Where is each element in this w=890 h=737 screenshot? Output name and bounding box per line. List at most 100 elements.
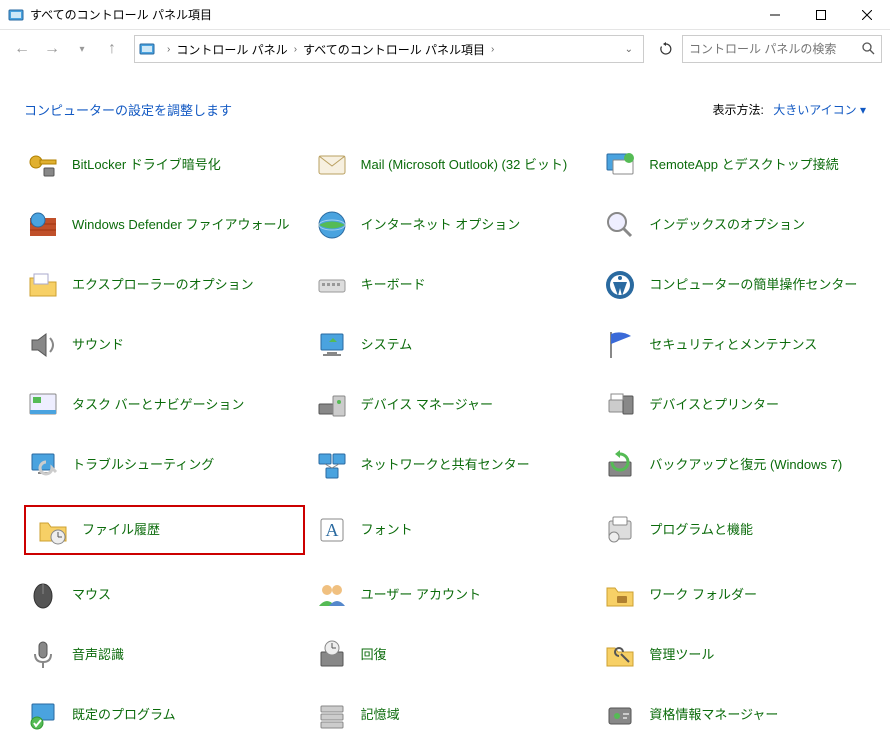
item-admintools[interactable]: 管理ツール [601,635,882,675]
item-label: 音声認識 [72,647,124,664]
item-taskbar[interactable]: タスク バーとナビゲーション [24,385,305,425]
keyboard-icon [315,268,349,302]
breadcrumb-item[interactable]: すべてのコントロール パネル項目 [303,41,485,58]
view-dropdown[interactable]: 大きいアイコン ▾ [773,103,866,117]
svg-text:A: A [325,520,338,540]
firewall-icon [26,208,60,242]
window-controls [752,0,890,30]
up-button[interactable]: ↑ [98,35,126,63]
devices-printers-icon [603,388,637,422]
item-label: 記憶域 [361,707,400,724]
control-panel-icon [139,41,155,57]
file-history-icon [36,513,70,547]
item-troubleshoot[interactable]: トラブルシューティング [24,445,305,485]
work-folder-icon [603,578,637,612]
address-dropdown[interactable]: ⌄ [625,44,633,55]
addressbar[interactable]: › コントロール パネル › すべてのコントロール パネル項目 › ⌄ [134,35,644,63]
item-label: Mail (Microsoft Outlook) (32 ビット) [361,157,568,174]
item-label: エクスプローラーのオプション [72,277,254,294]
troubleshoot-icon [26,448,60,482]
item-label: Windows Defender ファイアウォール [72,217,289,234]
item-label: ワーク フォルダー [649,587,757,604]
breadcrumb: コントロール パネル › すべてのコントロール パネル項目 › [176,41,618,58]
speaker-icon [26,328,60,362]
forward-button[interactable]: → [38,35,66,63]
item-label: BitLocker ドライブ暗号化 [72,157,221,174]
remote-desktop-icon [603,148,637,182]
item-network[interactable]: ネットワークと共有センター [313,445,594,485]
key-lock-icon [26,148,60,182]
recent-dropdown[interactable]: ▾ [68,35,96,63]
item-fonts[interactable]: A フォント [313,505,594,555]
programs-icon [603,513,637,547]
item-remoteapp[interactable]: RemoteApp とデスクトップ接続 [601,145,882,185]
item-label: タスク バーとナビゲーション [72,397,244,414]
item-backup[interactable]: バックアップと復元 (Windows 7) [601,445,882,485]
device-manager-icon [315,388,349,422]
item-label: 回復 [361,647,387,664]
flag-icon [603,328,637,362]
refresh-button[interactable] [652,35,680,63]
item-credentials[interactable]: 資格情報マネージャー [601,695,882,734]
item-mouse[interactable]: マウス [24,575,305,615]
item-explorer[interactable]: エクスプローラーのオプション [24,265,305,305]
item-label: バックアップと復元 (Windows 7) [649,457,842,474]
fonts-icon: A [315,513,349,547]
item-label: マウス [72,587,111,604]
taskbar-icon [26,388,60,422]
back-button[interactable]: ← [8,35,36,63]
item-label: RemoteApp とデスクトップ接続 [649,157,838,174]
item-label: ファイル履歴 [82,522,160,539]
navbar: ← → ▾ ↑ › コントロール パネル › すべてのコントロール パネル項目 … [0,30,890,68]
search-options-icon [603,208,637,242]
item-label: トラブルシューティング [72,457,214,474]
default-programs-icon [26,698,60,732]
content-area: BitLocker ドライブ暗号化 Mail (Microsoft Outloo… [0,135,890,734]
breadcrumb-item[interactable]: コントロール パネル [176,41,287,58]
item-users[interactable]: ユーザー アカウント [313,575,594,615]
items-grid: BitLocker ドライブ暗号化 Mail (Microsoft Outloo… [24,145,882,734]
item-internet[interactable]: インターネット オプション [313,205,594,245]
item-device-mgr[interactable]: デバイス マネージャー [313,385,594,425]
microphone-icon [26,638,60,672]
chevron-right-icon[interactable]: › [294,44,297,55]
chevron-right-icon[interactable]: › [167,44,170,55]
chevron-right-icon[interactable]: › [491,44,494,55]
item-workfolder[interactable]: ワーク フォルダー [601,575,882,615]
item-security[interactable]: セキュリティとメンテナンス [601,325,882,365]
storage-icon [315,698,349,732]
item-mail[interactable]: Mail (Microsoft Outlook) (32 ビット) [313,145,594,185]
users-icon [315,578,349,612]
item-speech[interactable]: 音声認識 [24,635,305,675]
minimize-button[interactable] [752,0,798,30]
search-input[interactable] [689,42,861,56]
adjust-settings-text: コンピューターの設定を調整します [24,100,232,119]
item-sound[interactable]: サウンド [24,325,305,365]
globe-icon [315,208,349,242]
item-label: インターネット オプション [361,217,521,234]
header-row: コンピューターの設定を調整します 表示方法: 大きいアイコン ▾ [0,68,890,135]
item-storage[interactable]: 記憶域 [313,695,594,734]
item-defaults[interactable]: 既定のプログラム [24,695,305,734]
item-defender[interactable]: Windows Defender ファイアウォール [24,205,305,245]
item-programs[interactable]: プログラムと機能 [601,505,882,555]
close-button[interactable] [844,0,890,30]
window-title: すべてのコントロール パネル項目 [30,6,752,23]
item-ease[interactable]: コンピューターの簡単操作センター [601,265,882,305]
item-recovery[interactable]: 回復 [313,635,594,675]
item-keyboard[interactable]: キーボード [313,265,594,305]
maximize-button[interactable] [798,0,844,30]
titlebar: すべてのコントロール パネル項目 [0,0,890,30]
item-index[interactable]: インデックスのオプション [601,205,882,245]
item-label: デバイスとプリンター [649,397,779,414]
search-box[interactable] [682,35,882,63]
recovery-icon [315,638,349,672]
item-label: ネットワークと共有センター [361,457,530,474]
item-filehistory[interactable]: ファイル履歴 [24,505,305,555]
search-icon[interactable] [861,41,875,58]
item-devices[interactable]: デバイスとプリンター [601,385,882,425]
item-label: フォント [361,522,413,539]
item-bitlocker[interactable]: BitLocker ドライブ暗号化 [24,145,305,185]
control-panel-icon [8,7,24,23]
item-system[interactable]: システム [313,325,594,365]
